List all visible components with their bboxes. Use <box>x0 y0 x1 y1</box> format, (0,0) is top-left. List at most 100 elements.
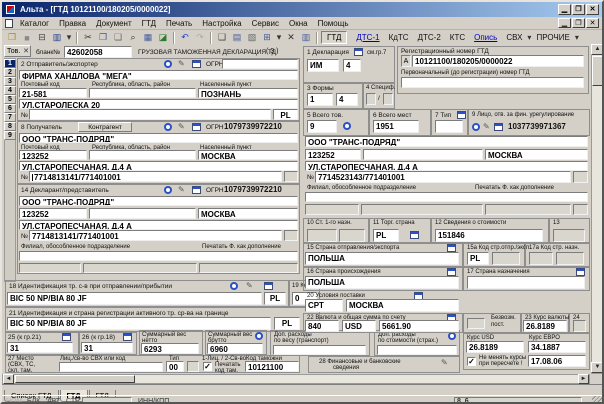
declarant-filial-field[interactable] <box>19 251 298 261</box>
declarant-city-field[interactable]: МОСКВА <box>198 208 298 219</box>
sender-region-field[interactable] <box>89 88 196 98</box>
net-weight-field[interactable]: 6293 <box>141 343 199 354</box>
fin-person-street-field[interactable]: УЛ.СТАРОПЕСЧАНАЯ, Д.4 А <box>305 161 588 171</box>
scroll-up-button[interactable]: ▲ <box>591 44 604 55</box>
scroll-down-button[interactable]: ▼ <box>591 362 604 373</box>
sender-postal-field[interactable]: 21-581 <box>19 88 87 98</box>
extra-weight-costs-field[interactable] <box>273 345 366 355</box>
currency-amount-field[interactable]: 5661.90 <box>379 320 459 332</box>
dest-country-field[interactable] <box>467 276 585 289</box>
sender-city-field[interactable]: ПОЗНАНЬ <box>198 88 298 98</box>
copy2-button[interactable]: ▥ <box>299 31 313 44</box>
type7-window-icon[interactable] <box>457 111 466 119</box>
sender-street-field[interactable]: УЛ.СТАРОЛЕСКА 20 <box>19 99 298 109</box>
dest-code-box-2[interactable] <box>556 252 584 265</box>
goods-item-3[interactable]: 3 <box>4 77 16 86</box>
receiver-city-field[interactable]: МОСКВА <box>198 150 298 160</box>
menu-gtd[interactable]: ГТД <box>137 17 161 30</box>
receiver-postal-field[interactable]: 123252 <box>19 150 87 160</box>
save-button[interactable]: ▥ <box>50 31 64 44</box>
menu-katalog[interactable]: Каталог <box>15 17 54 30</box>
declarant-region-field[interactable] <box>89 208 196 219</box>
declarant-street-field[interactable]: УЛ.СТАРОПЕСЧАНАЯ, Д.4 А <box>19 220 298 230</box>
euro-rate-field[interactable]: 34.1887 <box>528 341 586 353</box>
first-dest-box-2[interactable] <box>339 229 365 242</box>
goods-item-7[interactable]: 7 <box>4 113 16 122</box>
fin-person-extra-box-1[interactable] <box>305 204 359 215</box>
fin-person-edit-icon[interactable]: ✎ <box>483 123 490 131</box>
goods-item-8[interactable]: 8 <box>4 122 16 131</box>
declarant-name-field[interactable]: ООО "ТРАНС-ПОДРЯД" <box>19 196 298 206</box>
menu-dokument[interactable]: Документ <box>91 17 137 30</box>
stamp-button[interactable]: ▧ <box>245 31 259 44</box>
gross-weight-lookup-icon[interactable] <box>255 332 263 340</box>
goods-item-4[interactable]: 4 <box>4 86 16 95</box>
table-button[interactable]: ▦ <box>141 31 155 44</box>
receiver-inn-field[interactable]: 7714813141/771401001 <box>29 171 282 182</box>
print-button[interactable]: ⊟ <box>35 31 49 44</box>
declaration-direction-field[interactable]: ИМ <box>307 59 339 72</box>
tab-kdts[interactable]: КдТС <box>389 33 409 42</box>
scroll-left-button[interactable]: ◄ <box>3 374 14 384</box>
print-customs-code-checkbox[interactable]: ✓ <box>203 362 212 371</box>
customs-code-field[interactable]: 10121100 <box>245 361 299 372</box>
license-field[interactable] <box>59 362 163 372</box>
menu-pomosh[interactable]: Помощь <box>313 17 354 30</box>
declarant-extra-box-2[interactable] <box>83 263 197 273</box>
fin-person-extra-box-2[interactable] <box>361 204 483 215</box>
tip-field[interactable]: 00 <box>166 361 184 372</box>
find-button[interactable]: ⌕ <box>126 31 140 44</box>
transport21-country-field[interactable]: PL <box>274 317 300 330</box>
origin-country-field[interactable]: ПОЛЬША <box>305 276 459 289</box>
vertical-scrollbar[interactable] <box>591 44 604 374</box>
trade-country-window-icon[interactable] <box>410 231 419 239</box>
currency-code-field[interactable]: 840 <box>305 320 339 332</box>
fin-person-extra-box-3[interactable] <box>485 204 571 215</box>
value-info-field[interactable]: 151846 <box>435 229 543 242</box>
extra-value-costs-field[interactable] <box>377 345 457 355</box>
g26-window-icon[interactable] <box>123 333 132 341</box>
blank-number-field[interactable]: 42602058 <box>64 46 132 58</box>
cell24-box[interactable] <box>573 320 586 332</box>
spec-box-2[interactable] <box>383 93 393 105</box>
sender-country-field[interactable]: PL <box>273 109 298 120</box>
tab-dts2[interactable]: ДТС-2 <box>418 33 441 42</box>
sender-window-icon[interactable] <box>192 60 201 68</box>
declaration-code-field[interactable]: 4 <box>343 59 361 72</box>
fin-person-region-field[interactable] <box>363 149 483 160</box>
goods-item-5[interactable]: 5 <box>4 95 16 104</box>
goods-item-9[interactable]: 9 <box>4 131 16 140</box>
receiver-name-field[interactable]: ООО "ТРАНС-ПОДРЯД" <box>19 133 298 143</box>
dest-code-box-1[interactable] <box>529 252 553 265</box>
fin-person-inn-extra-box[interactable] <box>573 171 588 183</box>
grid-button[interactable]: ⊞ <box>260 31 274 44</box>
declarant-inn-extra-box[interactable] <box>284 230 298 241</box>
menu-pechat[interactable]: Печать <box>161 17 197 30</box>
sender-lookup-icon[interactable] <box>164 60 172 68</box>
transport18-window-icon[interactable] <box>264 282 273 290</box>
delete-button[interactable]: ✕ <box>284 31 298 44</box>
doc-button[interactable]: ■ <box>20 31 34 44</box>
receiver-region-field[interactable] <box>89 150 196 160</box>
keep-rates-checkbox[interactable]: ✓ <box>467 357 476 366</box>
declarant-extra-box-1[interactable] <box>19 263 81 273</box>
declaration-window-icon[interactable] <box>354 48 363 56</box>
total-goods-lookup-icon[interactable] <box>343 122 351 130</box>
contragent-button[interactable]: Контрагент <box>78 122 132 132</box>
dest-country-window-icon[interactable] <box>576 268 585 276</box>
paste-button[interactable]: ❏ <box>111 31 125 44</box>
minimize-button[interactable]: ▁ <box>558 4 571 15</box>
grid-dropdown-icon[interactable]: ▾ <box>275 31 283 44</box>
mark-button[interactable]: ◪ <box>156 31 170 44</box>
horizontal-scroll-thumb[interactable] <box>15 375 135 383</box>
sheets-button[interactable]: ▤ <box>230 31 244 44</box>
extra-value-costs-lookup-icon[interactable] <box>448 332 456 340</box>
tab-gtd[interactable]: ГТД <box>321 31 347 44</box>
menu-servis[interactable]: Сервис <box>247 17 284 30</box>
dispatch-country-field[interactable]: ПОЛЬША <box>305 252 459 265</box>
sender-edit-icon[interactable]: ✎ <box>178 60 185 68</box>
goods-item-2[interactable]: 2 <box>4 68 16 77</box>
type7-field[interactable] <box>435 120 463 133</box>
transport21-field[interactable]: BIC 50 NP/BIA 80 JF <box>7 317 271 330</box>
g25-window-icon[interactable] <box>62 333 71 341</box>
